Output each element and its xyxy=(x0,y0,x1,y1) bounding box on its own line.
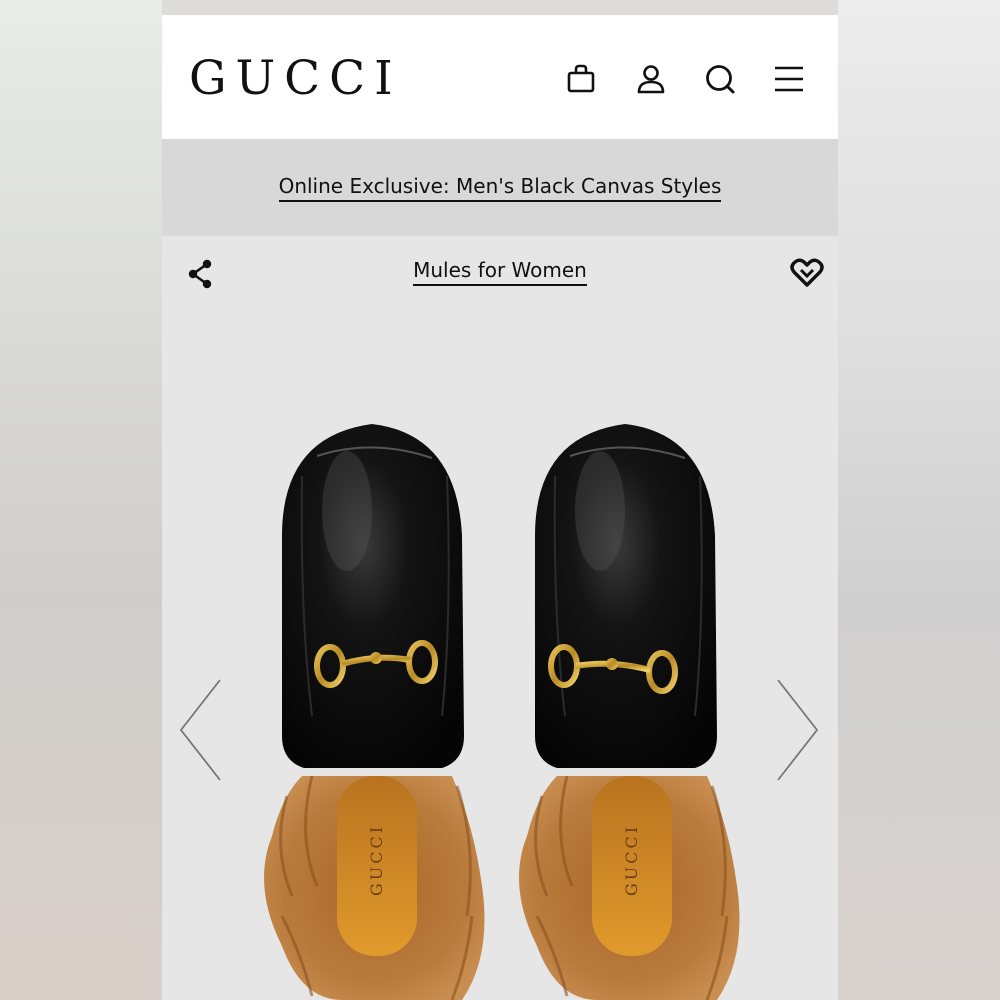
brand-logo[interactable]: GUCCI xyxy=(189,51,402,106)
backdrop-left xyxy=(0,0,162,1000)
category-breadcrumb: Mules for Women xyxy=(162,258,838,286)
mobile-page: GUCCI Online Exclusive: Men's Black Canv… xyxy=(162,15,838,1000)
product-gallery: Mules for Women GUCCI GUCCI xyxy=(162,236,838,1000)
right-mule: GUCCI xyxy=(519,424,740,1000)
category-link[interactable]: Mules for Women xyxy=(413,258,587,286)
insole-brand-left: GUCCI xyxy=(367,824,386,896)
chevron-left-icon[interactable] xyxy=(178,678,224,782)
left-mule: GUCCI xyxy=(264,424,485,1000)
backdrop-right xyxy=(838,0,1000,1000)
menu-icon[interactable] xyxy=(773,63,805,95)
favorite-heart-icon[interactable] xyxy=(790,258,824,288)
shopping-bag-icon[interactable] xyxy=(565,63,597,95)
account-icon[interactable] xyxy=(635,63,667,95)
insole-brand-right: GUCCI xyxy=(622,824,641,896)
product-image[interactable]: GUCCI GUCCI xyxy=(242,416,762,1000)
site-header: GUCCI xyxy=(162,15,838,139)
promo-banner-link[interactable]: Online Exclusive: Men's Black Canvas Sty… xyxy=(278,174,722,202)
promo-banner: Online Exclusive: Men's Black Canvas Sty… xyxy=(162,139,838,236)
search-icon[interactable] xyxy=(704,63,736,95)
chevron-right-icon[interactable] xyxy=(774,678,820,782)
